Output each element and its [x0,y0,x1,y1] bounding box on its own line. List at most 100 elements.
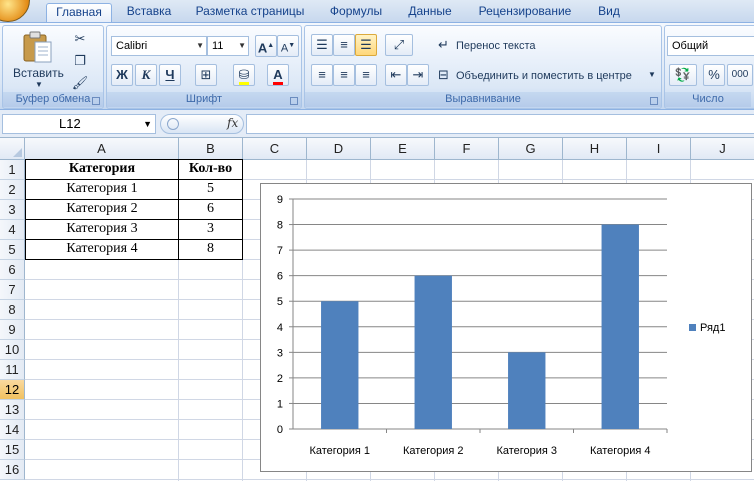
y-tick-label: 9 [277,194,283,206]
number-format-select[interactable]: Общий [667,36,754,56]
column-header-f[interactable]: F [435,138,499,160]
font-color-button[interactable]: A [267,64,289,86]
table-cell[interactable]: Категория 4 [26,239,178,259]
brush-icon: 🖌 [71,75,89,90]
table-header-category[interactable]: Категория [26,159,178,179]
underline-button[interactable]: Ч [159,64,181,86]
row-header-11[interactable]: 11 [0,360,25,380]
wrap-text-icon: ↵ [438,37,449,52]
office-button[interactable] [0,0,30,22]
ribbon-tab-bar: Главная Вставка Разметка страницы Формул… [0,0,754,22]
table-cell[interactable]: 8 [179,239,242,259]
legend-label: Ряд1 [700,322,726,334]
format-painter-button[interactable]: 🖌 [69,72,91,94]
bar [508,352,546,429]
resize-handle-icon[interactable] [167,118,179,130]
column-header-j[interactable]: J [691,138,754,160]
column-header-e[interactable]: E [371,138,435,160]
borders-button[interactable]: ⊞ [195,64,217,86]
column-header-c[interactable]: C [243,138,307,160]
tab-page-layout[interactable]: Разметка страницы [190,3,310,22]
tab-home[interactable]: Главная [46,3,112,22]
row-header-6[interactable]: 6 [0,260,25,280]
merge-center-button[interactable]: ⊟ Объединить и поместить в центре ▼ [435,64,657,86]
shrink-font-button[interactable]: A▼ [277,35,299,57]
row-header-8[interactable]: 8 [0,300,25,320]
select-all-button[interactable] [0,138,25,160]
column-header-i[interactable]: I [627,138,691,160]
tab-formulas[interactable]: Формулы [322,3,390,22]
row-header-12[interactable]: 12 [0,380,25,400]
x-tick-label: Категория 1 [309,445,370,457]
tab-data[interactable]: Данные [400,3,460,22]
align-right-button[interactable]: ≡ [355,64,377,86]
paint-bucket-icon: ⛁ [238,67,250,85]
row-header-16[interactable]: 16 [0,460,25,480]
bar [414,275,452,429]
column-header-g[interactable]: G [499,138,563,160]
bar-chart[interactable]: 0 1 2 3 4 5 6 7 8 9 Категория 1 Категория 2 Категори… [260,183,752,472]
fill-color-button[interactable]: ⛁ [233,64,255,86]
row-header-15[interactable]: 15 [0,440,25,460]
table-cell[interactable]: Категория 2 [26,199,178,219]
row-header-7[interactable]: 7 [0,280,25,300]
gridline [25,479,754,480]
x-tick-label: Категория 3 [496,445,557,457]
table-cell[interactable]: 5 [179,179,242,199]
font-launcher-icon[interactable] [290,97,298,105]
table-cell[interactable]: 6 [179,199,242,219]
cut-button[interactable]: ✂ [69,28,91,50]
grow-font-button[interactable]: A▲ [255,35,277,57]
table-cell[interactable]: 3 [179,219,242,239]
name-box[interactable]: L12 ▼ [2,114,156,134]
percent-button[interactable]: % [703,64,725,86]
x-tick-label: Категория 2 [403,445,464,457]
chart-legend[interactable]: Ряд1 [689,322,725,334]
font-group: Calibri ▼ 11 ▼ A▲ A▼ Ж К Ч ⊞ ⛁ A Шрифт [106,25,302,109]
bold-button[interactable]: Ж [111,64,133,86]
paste-button[interactable]: Вставить ▼ [9,28,67,90]
align-bottom-button[interactable]: ☰ [355,34,377,56]
table-cell[interactable]: Категория 1 [26,179,178,199]
tab-insert[interactable]: Вставка [118,3,180,22]
align-left-icon: ≡ [318,67,326,82]
chevron-down-icon: ▼ [196,41,204,50]
row-header-4[interactable]: 4 [0,220,25,240]
copy-button[interactable]: ❐ [69,50,91,72]
currency-format-button[interactable]: 💱 [669,64,697,86]
row-header-3[interactable]: 3 [0,200,25,220]
font-size-select[interactable]: 11 ▼ [207,36,249,56]
column-header-h[interactable]: H [563,138,627,160]
row-header-2[interactable]: 2 [0,180,25,200]
row-header-10[interactable]: 10 [0,340,25,360]
row-header-14[interactable]: 14 [0,420,25,440]
table-cell[interactable]: Категория 3 [26,219,178,239]
alignment-launcher-icon[interactable] [650,97,658,105]
align-top-button[interactable]: ☰ [311,34,333,56]
paste-label: Вставить [13,66,64,80]
column-header-a[interactable]: A [25,138,179,160]
orientation-button[interactable]: ⤢ [385,34,413,56]
row-header-1[interactable]: 1 [0,160,25,180]
insert-function-button[interactable]: fx [227,116,238,130]
align-center-button[interactable]: ≡ [333,64,355,86]
decrease-indent-button[interactable]: ⇤ [385,64,407,86]
italic-button[interactable]: К [135,64,157,86]
clipboard-launcher-icon[interactable] [92,97,100,105]
column-header-b[interactable]: B [179,138,243,160]
formula-input[interactable] [246,114,754,134]
table-header-count[interactable]: Кол-во [179,159,242,179]
row-header-9[interactable]: 9 [0,320,25,340]
font-name-select[interactable]: Calibri ▼ [111,36,207,56]
increase-indent-button[interactable]: ⇥ [407,64,429,86]
align-left-button[interactable]: ≡ [311,64,333,86]
tab-review[interactable]: Рецензирование [472,3,578,22]
tab-view[interactable]: Вид [590,3,628,22]
align-middle-button[interactable]: ≡ [333,34,355,56]
column-header-d[interactable]: D [307,138,371,160]
row-header-13[interactable]: 13 [0,400,25,420]
align-right-icon: ≡ [362,67,370,82]
thousands-separator-button[interactable]: 000 [727,64,753,86]
row-header-5[interactable]: 5 [0,240,25,260]
wrap-text-button[interactable]: ↵ Перенос текста [435,34,547,56]
